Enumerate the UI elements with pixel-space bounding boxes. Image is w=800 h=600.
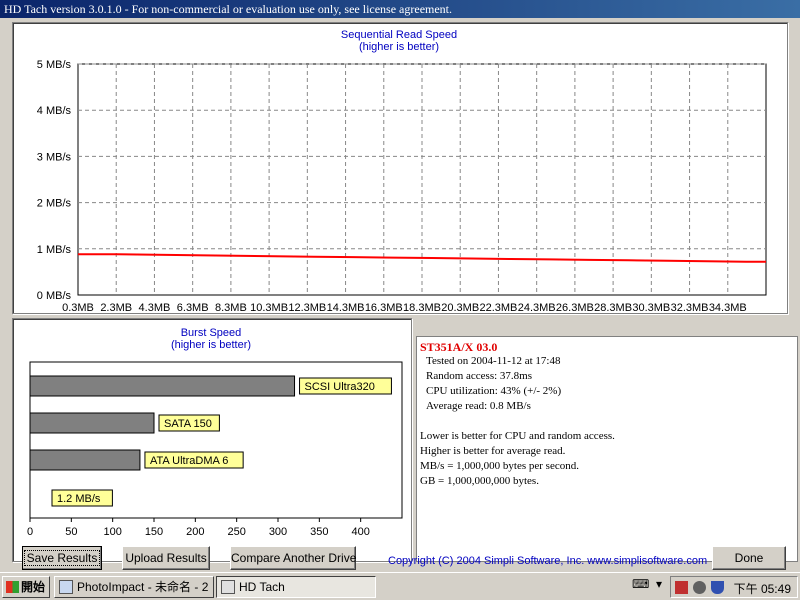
security-shield-icon[interactable] [711,581,724,594]
burst-bar-label: 1.2 MB/s [57,493,101,505]
sequential-chart-svg: 0.3MB 2.3MB 4.3MB 6.3MB 8.3MB 10.3MB 12.3MB 14.… [37,59,767,314]
burst-bar-label: ATA UltraDMA 6 [150,455,228,467]
save-results-button[interactable]: Save Results [22,546,102,570]
sequential-x-tick-label: 10.3MB [250,302,288,314]
hdtach-app-icon [221,580,235,594]
window-title: HD Tach version 3.0.1.0 - For non-commer… [4,2,453,16]
sequential-x-tick-label: 28.3MB [594,302,632,314]
sequential-x-tick-label: 16.3MB [365,302,403,314]
done-button[interactable]: Done [712,546,786,570]
note-mbs-definition: MB/s = 1,000,000 bytes per second. [420,460,579,472]
burst-x-tick-label: 350 [310,526,328,538]
sequential-x-tick-label: 32.3MB [671,302,709,314]
copyright-text: Copyright (C) 2004 Simpli Software, Inc.… [388,555,708,567]
upload-results-button[interactable]: Upload Results [122,546,210,570]
drive-name: ST351A/X 03.0 [420,340,498,354]
sequential-x-tick-label: 34.3MB [709,302,747,314]
taskbar-photoimpact-label: PhotoImpact - 未命名 - 2 [77,580,209,594]
sequential-x-tick-label: 8.3MB [215,302,247,314]
volume-icon[interactable] [693,581,706,594]
burst-x-tick-label: 200 [186,526,204,538]
sequential-x-tick-label: 18.3MB [403,302,441,314]
burst-x-tick-label: 100 [103,526,121,538]
taskbar-hdtach[interactable]: HD Tach [216,576,376,598]
sequential-x-tick-label: 12.3MB [288,302,326,314]
average-read: Average read: 0.8 MB/s [426,400,531,412]
note-gb-definition: GB = 1,000,000,000 bytes. [420,475,539,487]
burst-chart-panel: Burst Speed (higher is better) 0 50 100 150… [12,318,412,562]
taskbar: 開始 PhotoImpact - 未命名 - 2 HD Tach ⌨ ▾ 下午 … [0,572,800,600]
burst-x-tick-label: 250 [227,526,245,538]
sequential-x-tick-label: 14.3MB [327,302,365,314]
sequential-x-tick-label: 30.3MB [632,302,670,314]
burst-x-tick-label: 0 [27,526,33,538]
sequential-y-tick-label: 0 MB/s [37,290,72,302]
done-label: Done [734,551,764,565]
drive-info-panel: ST351A/X 03.0 Tested on 2004-11-12 at 17… [416,336,798,562]
sequential-x-tick-label: 0.3MB [62,302,94,314]
start-button[interactable]: 開始 [2,576,50,598]
burst-bar [29,412,155,434]
system-tray: 下午 05:49 [670,576,798,598]
sequential-x-tick-label: 6.3MB [177,302,209,314]
sequential-y-tick-label: 2 MB/s [37,198,72,210]
burst-x-tick-label: 300 [269,526,287,538]
keyboard-icon[interactable]: ⌨ [632,577,649,591]
burst-x-tick-label: 150 [145,526,163,538]
sequential-chart-panel: Sequential Read Speed (higher is better)… [12,22,788,314]
ime-dropdown-icon[interactable]: ▾ [656,577,662,591]
sequential-x-tick-label: 4.3MB [139,302,171,314]
window-title-bar[interactable]: HD Tach version 3.0.1.0 - For non-commer… [0,0,800,18]
cpu-utilization: CPU utilization: 43% (+/- 2%) [426,385,562,397]
sequential-y-tick-label: 4 MB/s [37,105,72,117]
sequential-y-tick-label: 3 MB/s [37,151,72,163]
network-icon[interactable] [675,581,688,594]
compare-drive-label: Compare Another Drive [231,551,357,565]
clock: 下午 05:49 [733,582,791,596]
start-label: 開始 [21,580,46,594]
taskbar-photoimpact[interactable]: PhotoImpact - 未命名 - 2 [54,576,214,598]
burst-bar [29,375,296,397]
burst-x-tick-label: 400 [351,526,369,538]
upload-results-label: Upload Results [125,551,207,565]
tested-on: Tested on 2004-11-12 at 17:48 [426,355,561,367]
sequential-x-tick-label: 24.3MB [518,302,556,314]
sequential-y-tick-label: 1 MB/s [37,244,72,256]
hdtach-window: Sequential Read Speed (higher is better)… [0,18,800,572]
compare-drive-button[interactable]: Compare Another Drive [230,546,356,570]
note-lower-better: Lower is better for CPU and random acces… [420,430,615,442]
burst-bar-label: SATA 150 [164,418,212,430]
taskbar-hdtach-label: HD Tach [239,580,285,594]
burst-bar [29,449,141,471]
random-access: Random access: 37.8ms [426,370,533,382]
save-results-label: Save Results [23,550,101,566]
sequential-y-tick-label: 5 MB/s [37,59,72,71]
sequential-x-tick-label: 22.3MB [479,302,517,314]
note-higher-better: Higher is better for average read. [420,445,566,457]
sequential-x-tick-label: 26.3MB [556,302,594,314]
sequential-x-tick-label: 2.3MB [100,302,132,314]
burst-x-tick-label: 50 [65,526,77,538]
burst-bar-label: SCSI Ultra320 [305,381,375,393]
sequential-x-tick-label: 20.3MB [441,302,479,314]
burst-chart-svg: 0 50 100 150 200 250 300 350 400 SCSI Ultra320 SAT… [27,361,403,538]
windows-flag-icon [6,581,19,593]
photoimpact-app-icon [59,580,73,594]
